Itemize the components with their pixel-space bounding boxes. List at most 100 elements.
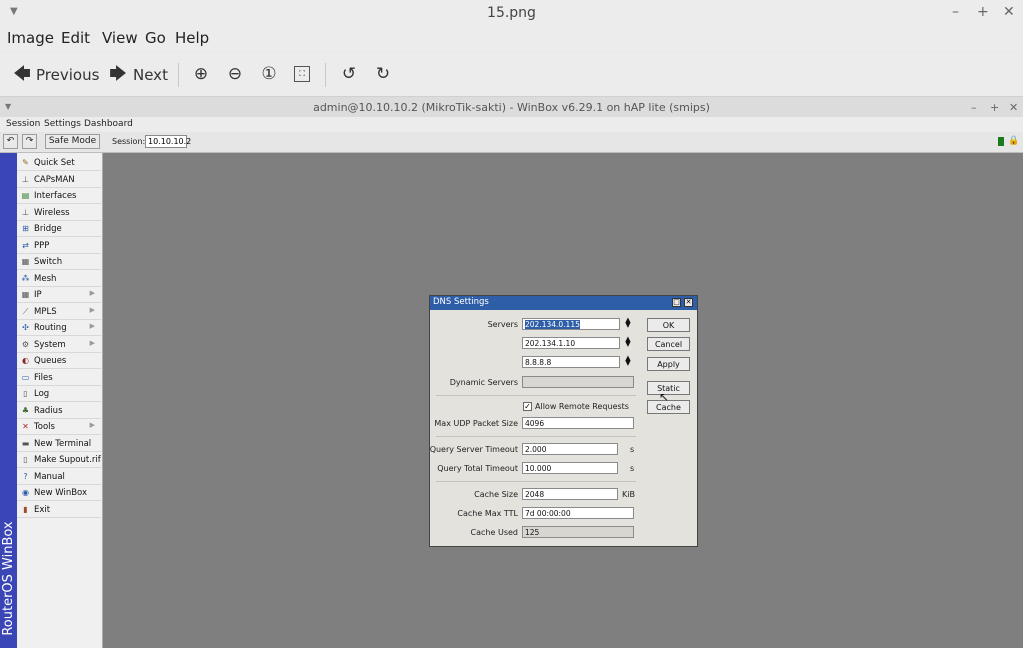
allow-remote-checkbox[interactable]: ✓: [523, 402, 532, 411]
rotate-left-icon[interactable]: ↺: [339, 64, 359, 84]
terminal-icon: ▬: [21, 438, 30, 448]
sidebar-item-label: New Terminal: [34, 438, 92, 449]
query-total-unit: s: [630, 464, 635, 473]
sidebar-item-quick-set[interactable]: ✎ Quick Set: [17, 155, 101, 171]
maximize-icon[interactable]: +: [977, 4, 989, 20]
sidebar-item-mpls[interactable]: ⟋ MPLS ▶: [17, 304, 101, 320]
menu-view[interactable]: View: [102, 29, 138, 47]
next-button[interactable]: 🡆 Next: [108, 63, 172, 85]
query-server-timeout-field[interactable]: 2.000: [522, 443, 618, 455]
cache-size-unit: KiB: [622, 490, 635, 499]
server-3-updown-icon[interactable]: ▲ ▼: [624, 355, 632, 367]
sidebar-item-ip[interactable]: ▦ IP ▶: [17, 287, 101, 303]
menu-go[interactable]: Go: [145, 29, 166, 47]
quick-set-icon: ✎: [22, 158, 29, 167]
sidebar-item-new-winbox[interactable]: ◉ New WinBox: [17, 485, 101, 501]
session-field[interactable]: 10.10.10.2: [145, 135, 191, 148]
sidebar-item-label: Queues: [34, 356, 67, 366]
safe-mode-button[interactable]: Safe Mode: [45, 134, 100, 149]
sidebar-item-label: Exit: [34, 504, 51, 515]
previous-button[interactable]: 🡄 Previous: [10, 63, 99, 85]
separator: [436, 436, 636, 437]
winbox-close-icon[interactable]: ✕: [1009, 101, 1018, 114]
cache-size-field[interactable]: 2048: [522, 488, 618, 500]
query-total-timeout-field[interactable]: 10.000: [522, 462, 618, 474]
menu-help[interactable]: Help: [175, 29, 209, 47]
sidebar-item-tools[interactable]: ✕ Tools ▶: [17, 419, 101, 435]
menu-image[interactable]: Image: [7, 29, 54, 47]
winbox-maximize-icon[interactable]: +: [990, 101, 999, 114]
server-field-2[interactable]: 202.134.1.10: [522, 337, 620, 349]
sidebar-item-system[interactable]: ⚙ System ▶: [17, 337, 101, 353]
rotate-right-icon[interactable]: ↻: [373, 64, 393, 84]
sidebar-item-label: Switch: [34, 257, 63, 267]
radius-icon: ♣: [21, 405, 30, 415]
sidebar-item-switch[interactable]: ▦ Switch: [17, 254, 101, 270]
sidebar-item-queues[interactable]: ◐ Queues: [17, 353, 101, 369]
winbox-minimize-icon[interactable]: –: [971, 101, 977, 114]
menu-edit[interactable]: Edit: [61, 29, 90, 47]
viewer-window-title: 15.png: [487, 5, 536, 21]
sidebar-item-label: Bridge: [34, 224, 62, 234]
sidebar-item-interfaces[interactable]: ▤ Interfaces: [17, 188, 101, 204]
sidebar-item-bridge[interactable]: ⊞ Bridge: [17, 221, 101, 237]
tools-icon: ✕: [22, 422, 29, 431]
submenu-arrow-icon: ▶: [89, 322, 95, 330]
zoom-fit-icon[interactable]: ⛶: [294, 66, 310, 82]
sidebar-item-ppp[interactable]: ⇄ PPP: [17, 238, 101, 254]
sidebar-item-label: Log: [34, 389, 50, 399]
query-server-unit: s: [630, 445, 635, 454]
sidebar-item-label: Make Supout.rif: [34, 455, 101, 465]
wireless-icon: ⊥: [22, 207, 29, 217]
redo-icon[interactable]: ↷: [22, 134, 37, 149]
interfaces-icon: ▤: [21, 191, 30, 200]
sidebar-item-files[interactable]: ▭ Files: [17, 370, 101, 386]
sidebar-item-capsman[interactable]: ⊥ CAPsMAN: [17, 172, 101, 188]
zoom-out-icon[interactable]: ⊖: [225, 64, 245, 84]
close-icon[interactable]: ✕: [1003, 4, 1015, 20]
max-udp-field[interactable]: 4096: [522, 417, 634, 429]
zoom-original-icon[interactable]: ①: [259, 64, 279, 84]
dialog-maximize-icon[interactable]: □: [672, 298, 681, 307]
sidebar-item-log[interactable]: ▯ Log: [17, 386, 101, 402]
sidebar-item-make-supout-rif[interactable]: ▯ Make Supout.rif: [17, 452, 101, 468]
capsman-icon: ⊥: [22, 174, 29, 184]
sidebar-item-label: IP: [34, 290, 42, 300]
sidebar-item-label: CAPsMAN: [34, 174, 75, 185]
menu-dashboard[interactable]: Dashboard: [84, 119, 133, 129]
sidebar-item-manual[interactable]: ? Manual: [17, 469, 101, 485]
sidebar-item-radius[interactable]: ♣ Radius: [17, 403, 101, 419]
sidebar-item-routing[interactable]: ✣ Routing ▶: [17, 320, 101, 336]
separator: [436, 395, 636, 396]
dialog-close-icon[interactable]: ✕: [684, 298, 693, 307]
supout-icon: ▯: [23, 455, 28, 464]
menu-settings[interactable]: Settings: [44, 119, 81, 129]
minimize-icon[interactable]: –: [952, 4, 959, 20]
system-icon: ⚙: [21, 339, 30, 349]
sidebar-item-exit[interactable]: ▮ Exit: [17, 502, 101, 518]
sidebar-item-new-terminal[interactable]: ▬ New Terminal: [17, 436, 101, 452]
ok-button[interactable]: OK: [647, 318, 690, 332]
menu-session[interactable]: Session: [6, 119, 40, 129]
zoom-in-icon[interactable]: ⊕: [191, 64, 211, 84]
cancel-button[interactable]: Cancel: [647, 337, 690, 351]
toolbar-separator: [178, 63, 179, 87]
max-udp-label: Max UDP Packet Size: [434, 419, 518, 428]
sidebar-item-label: Radius: [34, 405, 63, 416]
exit-icon: ▮: [23, 504, 28, 514]
sidebar-item-label: Manual: [34, 471, 65, 482]
cache-max-ttl-field[interactable]: 7d 00:00:00: [522, 507, 634, 519]
session-label: Session:: [112, 137, 146, 146]
server-field-3[interactable]: 8.8.8.8: [522, 356, 620, 368]
submenu-arrow-icon: ▶: [89, 289, 95, 297]
ppp-icon: ⇄: [22, 240, 29, 250]
undo-icon[interactable]: ↶: [3, 134, 18, 149]
server-2-updown-icon[interactable]: ▲ ▼: [624, 336, 632, 348]
sidebar-item-label: PPP: [34, 240, 50, 251]
sidebar-item-mesh[interactable]: ⁂ Mesh: [17, 271, 101, 287]
sidebar-item-wireless[interactable]: ⊥ Wireless: [17, 205, 101, 221]
apply-button[interactable]: Apply: [647, 357, 690, 371]
routing-icon: ✣: [22, 323, 29, 332]
server-1-updown-icon[interactable]: ▲ ▼: [624, 317, 632, 329]
server-field-1[interactable]: 202.134.0.115: [522, 318, 620, 330]
